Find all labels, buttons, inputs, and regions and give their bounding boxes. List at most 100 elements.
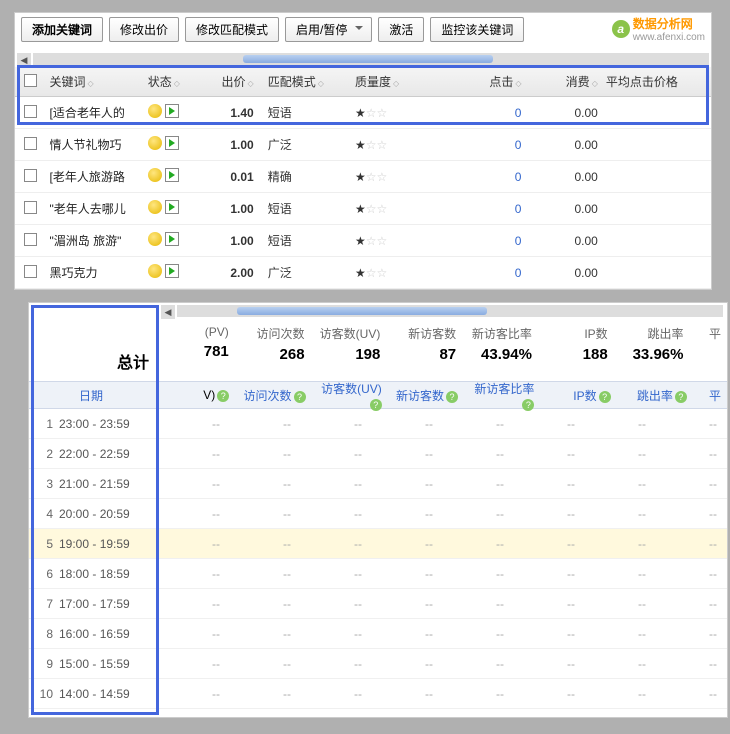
activate-button[interactable]: 激活 <box>378 17 424 42</box>
col-nr[interactable]: 新访客比率? <box>464 380 540 411</box>
cell-quality: ★☆☆ <box>351 97 449 129</box>
help-icon[interactable]: ? <box>217 390 229 402</box>
help-icon[interactable]: ? <box>522 399 534 411</box>
scrollbar-thumb[interactable] <box>243 55 493 63</box>
row-dash: -- <box>159 537 230 551</box>
col-uv[interactable]: 访客数(UV)? <box>312 380 388 411</box>
scrollbar-thumb-2[interactable] <box>237 307 487 315</box>
row-dash: -- <box>301 627 372 641</box>
table-row[interactable]: "老年人去哪儿1.00短语★☆☆00.00 <box>15 193 711 225</box>
row-checkbox[interactable] <box>24 201 37 214</box>
row-dash: -- <box>372 537 443 551</box>
row-checkbox[interactable] <box>24 265 37 278</box>
monitor-button[interactable]: 监控该关键词 <box>430 17 524 42</box>
row-dash: -- <box>301 537 372 551</box>
col-pv[interactable]: V)? <box>159 388 235 402</box>
col-ip[interactable]: IP数? <box>540 387 616 404</box>
col-keyword[interactable]: 关键词◇ <box>46 67 144 97</box>
stats-row[interactable]: 420:00 - 20:59---------------- <box>29 499 727 529</box>
help-icon[interactable]: ? <box>675 391 687 403</box>
col-quality[interactable]: 质量度◇ <box>351 67 449 97</box>
row-time: 14:00 - 14:59 <box>59 687 159 701</box>
row-dash: -- <box>514 597 585 611</box>
table-row[interactable]: 情人节礼物巧1.00广泛★☆☆00.00 <box>15 129 711 161</box>
row-dash: -- <box>159 597 230 611</box>
table-header-row: 关键词◇ 状态◇ 出价◇ 匹配模式◇ 质量度◇ 点击◇ 消费◇ 平均点击价格 <box>15 67 711 97</box>
row-time: 18:00 - 18:59 <box>59 567 159 581</box>
col-status[interactable]: 状态◇ <box>144 67 199 97</box>
stats-row[interactable]: 321:00 - 21:59---------------- <box>29 469 727 499</box>
table-row[interactable]: "湄洲岛 旅游"1.00短语★☆☆00.00 <box>15 225 711 257</box>
row-time: 16:00 - 16:59 <box>59 627 159 641</box>
stats-row[interactable]: 915:00 - 15:59---------------- <box>29 649 727 679</box>
stats-row[interactable]: 816:00 - 16:59---------------- <box>29 619 727 649</box>
edit-match-button[interactable]: 修改匹配模式 <box>185 17 279 42</box>
row-dash: -- <box>301 597 372 611</box>
play-icon[interactable] <box>165 104 179 118</box>
row-dash: -- <box>372 567 443 581</box>
cell-match: 广泛 <box>264 129 351 161</box>
h-scrollbar[interactable] <box>33 53 709 65</box>
add-keyword-button[interactable]: 添加关键词 <box>21 17 103 42</box>
row-dash: -- <box>159 567 230 581</box>
col-nv[interactable]: 新访客数? <box>388 387 464 404</box>
select-all-checkbox[interactable] <box>24 74 37 87</box>
scroll-left-icon[interactable]: ◀ <box>17 53 31 67</box>
row-checkbox[interactable] <box>24 105 37 118</box>
row-dash: -- <box>585 447 656 461</box>
help-icon[interactable]: ? <box>370 399 382 411</box>
col-last[interactable]: 平 <box>693 387 727 404</box>
row-dash: -- <box>372 657 443 671</box>
row-dash: -- <box>656 687 727 701</box>
row-dash: -- <box>514 567 585 581</box>
row-checkbox[interactable] <box>24 169 37 182</box>
row-dash: -- <box>443 507 514 521</box>
row-dash: -- <box>230 537 301 551</box>
help-icon[interactable]: ? <box>446 391 458 403</box>
stats-row[interactable]: 222:00 - 22:59---------------- <box>29 439 727 469</box>
col-date[interactable]: 日期 <box>29 387 159 404</box>
stats-row[interactable]: 618:00 - 18:59---------------- <box>29 559 727 589</box>
col-visits[interactable]: 访问次数? <box>235 387 311 404</box>
cell-match: 短语 <box>264 225 351 257</box>
row-dash: -- <box>230 687 301 701</box>
table-row[interactable]: 黑巧克力2.00广泛★☆☆00.00 <box>15 257 711 289</box>
stats-row[interactable]: 1014:00 - 14:59---------------- <box>29 679 727 709</box>
row-dash: -- <box>230 567 301 581</box>
row-dash: -- <box>159 657 230 671</box>
row-dash: -- <box>372 417 443 431</box>
cell-match: 短语 <box>264 193 351 225</box>
play-icon[interactable] <box>165 200 179 214</box>
h-scrollbar-2[interactable] <box>177 305 723 317</box>
help-icon[interactable]: ? <box>294 391 306 403</box>
stats-row[interactable]: 717:00 - 17:59---------------- <box>29 589 727 619</box>
row-checkbox[interactable] <box>24 233 37 246</box>
row-dash: -- <box>514 477 585 491</box>
edit-bid-button[interactable]: 修改出价 <box>109 17 179 42</box>
uv-value: 198 <box>317 346 381 363</box>
play-icon[interactable] <box>165 264 179 278</box>
play-icon[interactable] <box>165 168 179 182</box>
col-click[interactable]: 点击◇ <box>449 67 525 97</box>
cell-quality: ★☆☆ <box>351 225 449 257</box>
enable-pause-dropdown[interactable]: 启用/暂停 <box>285 17 372 42</box>
play-icon[interactable] <box>165 136 179 150</box>
table-row[interactable]: [老年人旅游路0.01精确★☆☆00.00 <box>15 161 711 193</box>
col-avg[interactable]: 平均点击价格 <box>602 67 711 97</box>
col-cost[interactable]: 消费◇ <box>525 67 601 97</box>
bulb-icon <box>148 168 162 182</box>
row-dash: -- <box>443 657 514 671</box>
col-bid[interactable]: 出价◇ <box>198 67 263 97</box>
table-row[interactable]: [适合老年人的1.40短语★☆☆00.00 <box>15 97 711 129</box>
row-index: 6 <box>29 567 59 581</box>
row-dash: -- <box>230 597 301 611</box>
row-dash: -- <box>443 537 514 551</box>
stats-row[interactable]: 123:00 - 23:59---------------- <box>29 409 727 439</box>
help-icon[interactable]: ? <box>599 391 611 403</box>
row-checkbox[interactable] <box>24 137 37 150</box>
stats-row[interactable]: 519:00 - 19:59---------------- <box>29 529 727 559</box>
scroll-left-icon-2[interactable]: ◀ <box>161 305 175 319</box>
col-match[interactable]: 匹配模式◇ <box>264 67 351 97</box>
col-br[interactable]: 跳出率? <box>617 387 693 404</box>
play-icon[interactable] <box>165 232 179 246</box>
